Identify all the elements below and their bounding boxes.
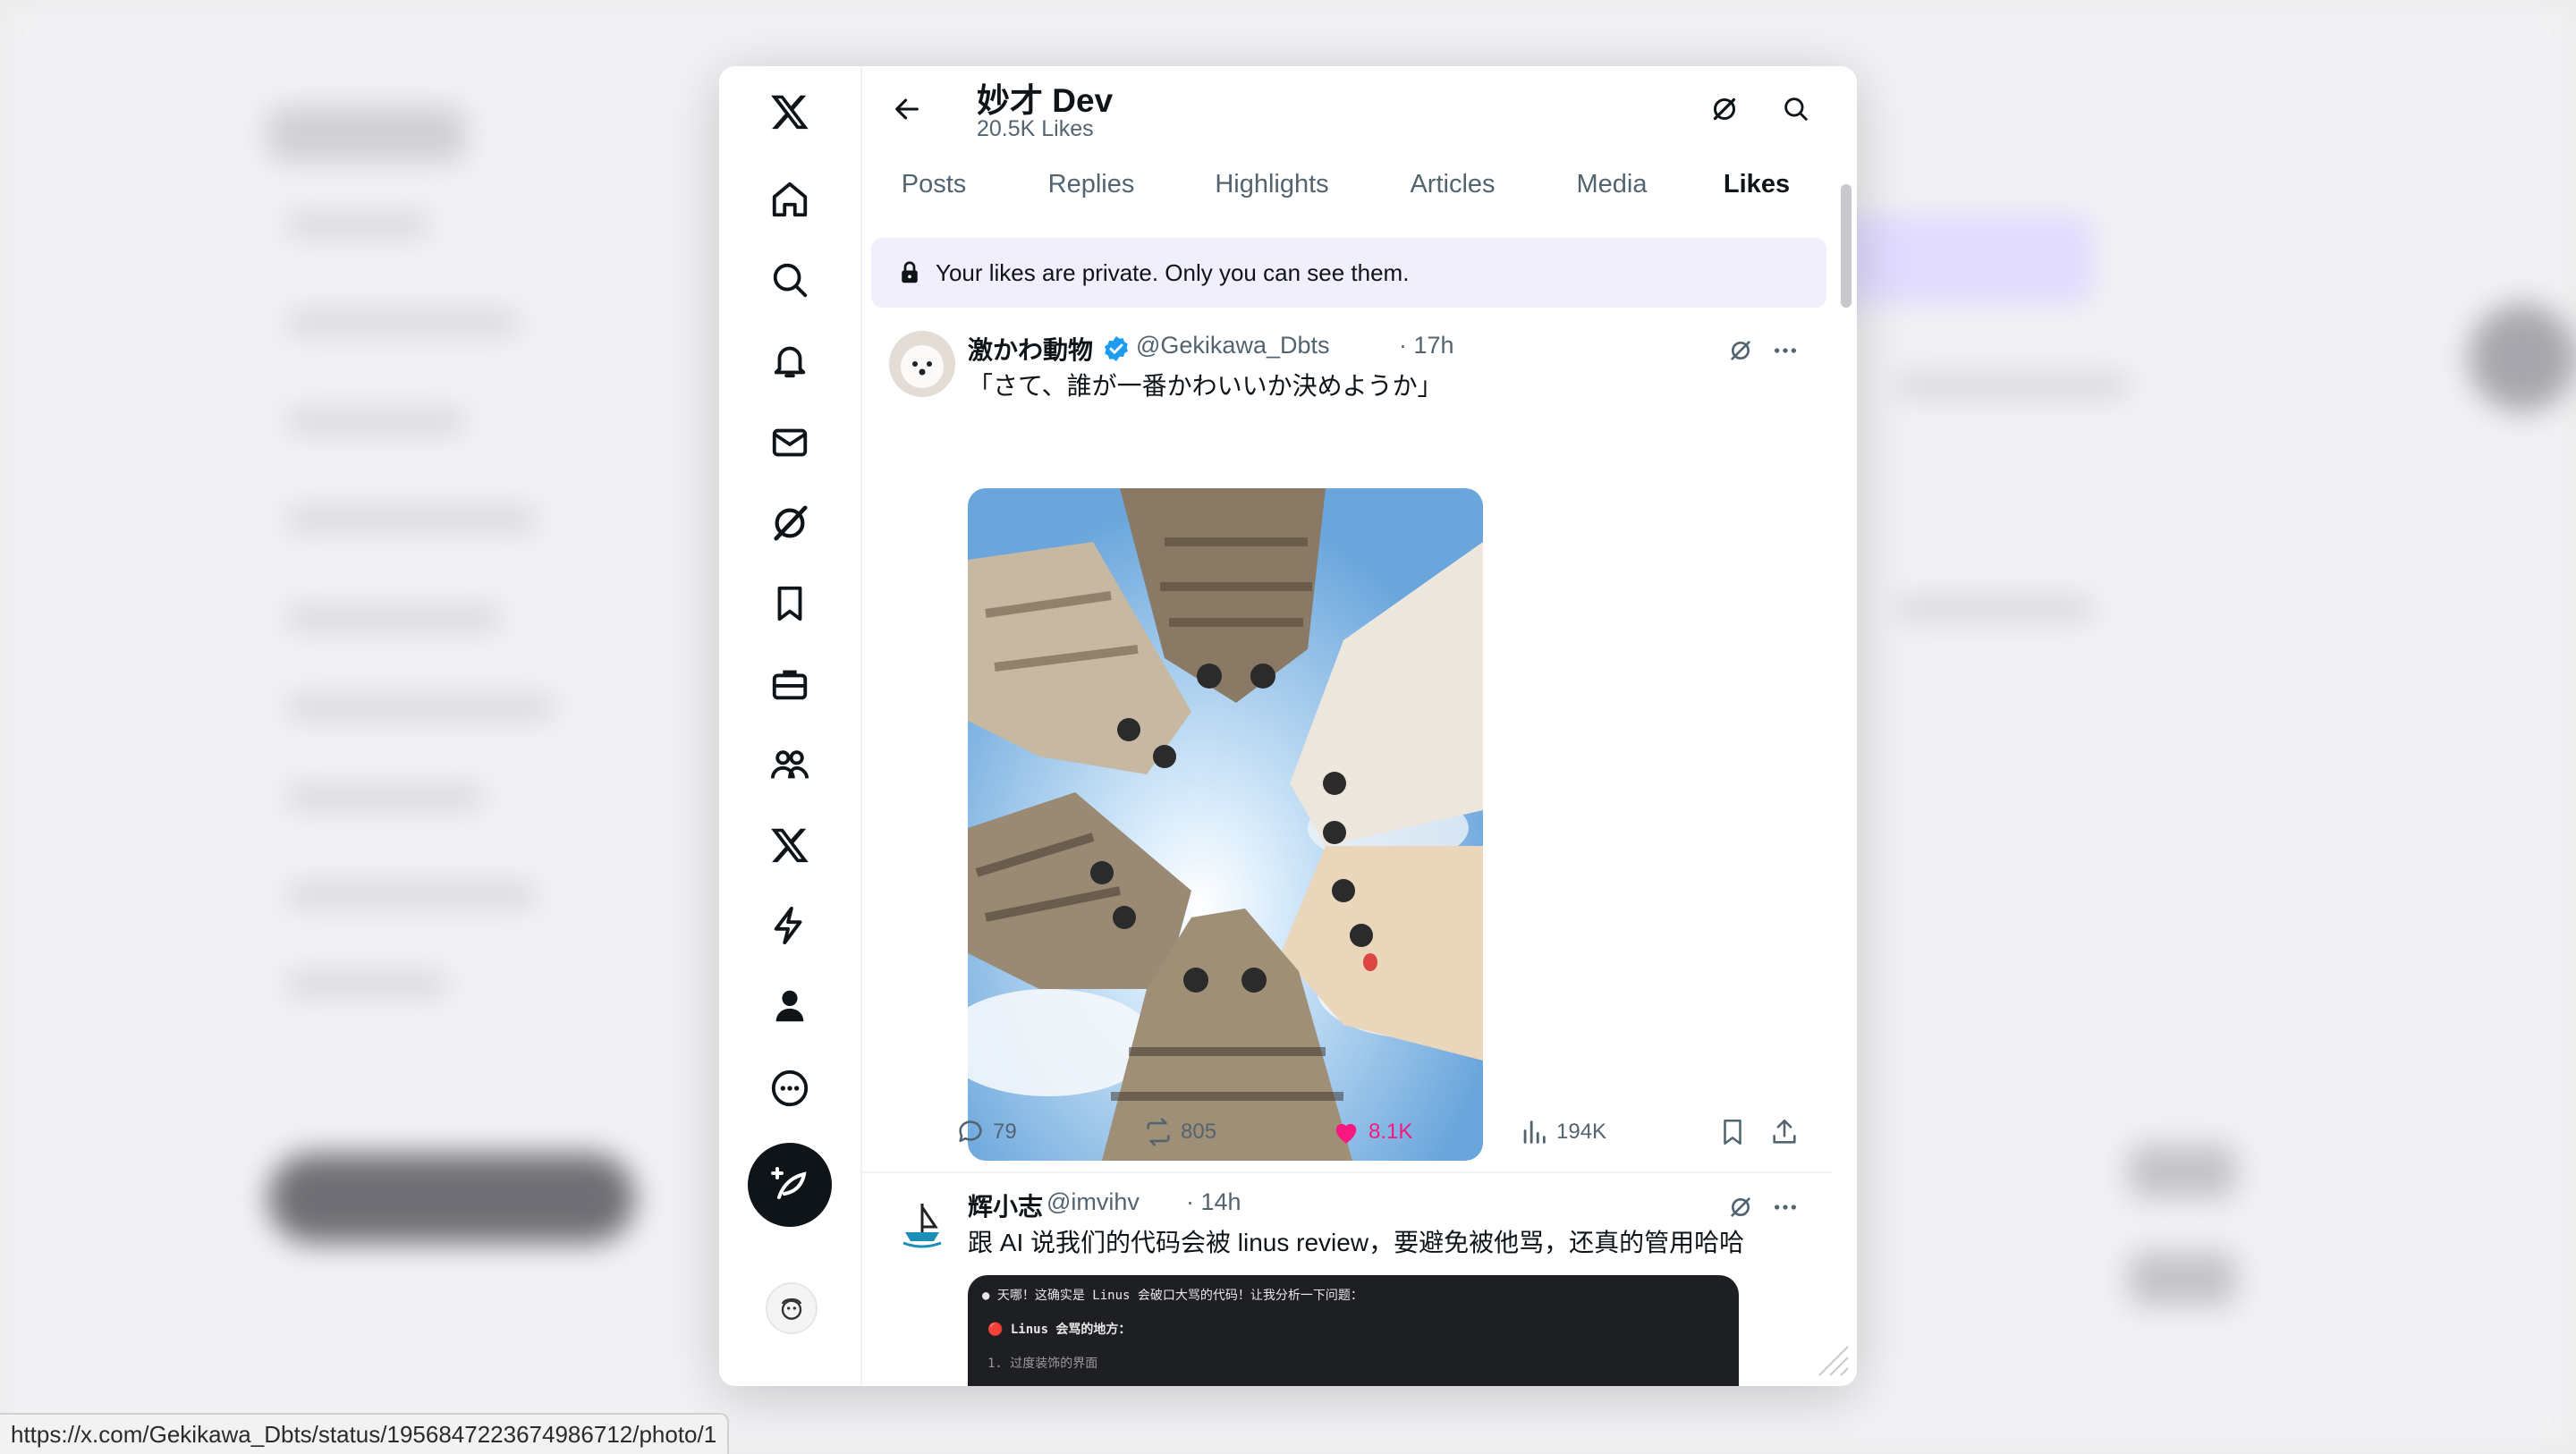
compose-post-button[interactable] (748, 1143, 832, 1227)
tweet-text: 跟 AI 说我们的代码会被 linus review，要避免被他骂，还真的管用哈… (968, 1229, 1745, 1256)
repost-button[interactable]: 805 (1143, 1114, 1216, 1150)
verified-orgs-lightning-icon[interactable] (764, 900, 816, 951)
scrollbar-thumb[interactable] (1841, 184, 1852, 308)
more-dots-icon (1775, 348, 1796, 353)
tweet-time[interactable]: · 17h (1399, 332, 1454, 359)
grok-icon[interactable] (764, 497, 816, 549)
compose-feather-icon (771, 1167, 807, 1199)
grok-explain-button[interactable] (1723, 333, 1758, 368)
like-button[interactable]: 8.1K (1331, 1114, 1412, 1150)
messages-mail-icon[interactable] (764, 417, 816, 469)
premium-x-icon[interactable] (764, 819, 816, 871)
popup-window: 妙才 Dev 20.5K Likes Posts Replies Highlig… (719, 66, 1857, 1386)
search-header-button[interactable] (1773, 86, 1819, 132)
bookmarks-icon[interactable] (764, 578, 816, 630)
x-logo-icon[interactable] (764, 86, 816, 138)
share-button[interactable] (1769, 1114, 1800, 1150)
tweet-author-avatar[interactable] (889, 331, 955, 397)
tweet-author-handle[interactable]: @imvihv (1046, 1188, 1140, 1216)
main-column: 妙才 Dev 20.5K Likes Posts Replies Highlig… (862, 66, 1832, 1386)
profile-header: 妙才 Dev 20.5K Likes (862, 66, 1832, 152)
resize-grip-icon[interactable] (1812, 1340, 1852, 1379)
code-line: 1. 过度装饰的界面 (987, 1357, 1098, 1371)
tweet-time[interactable]: · 14h (1186, 1188, 1241, 1216)
reply-button[interactable]: 79 (955, 1114, 1017, 1150)
grok-explain-button[interactable] (1723, 1189, 1758, 1225)
grok-icon (1731, 341, 1750, 360)
more-options-icon[interactable] (764, 1062, 816, 1114)
tweet-divider (862, 1171, 1832, 1173)
link-status-url: https://x.com/Gekikawa_Dbts/status/19568… (0, 1413, 730, 1454)
heart-filled-icon (1335, 1123, 1357, 1144)
tweet-more-button[interactable] (1767, 1189, 1803, 1225)
communities-icon[interactable] (764, 739, 816, 790)
jobs-briefcase-icon[interactable] (764, 658, 816, 710)
account-avatar[interactable] (766, 1282, 818, 1334)
tweet-photo-cats[interactable] (968, 488, 1483, 1161)
back-arrow-icon (895, 98, 919, 120)
verified-badge-icon (1104, 336, 1129, 361)
tweet-author-avatar[interactable] (889, 1188, 955, 1254)
grok-icon (1713, 97, 1736, 121)
views-count: 194K (1556, 1120, 1607, 1144)
tweet-more-button[interactable] (1767, 333, 1803, 368)
tweet-author-handle[interactable]: @Gekikawa_Dbts (1136, 332, 1330, 359)
tweet-text: 「さて、誰が一番かわいいか決めようか」 (968, 372, 1443, 400)
home-icon[interactable] (764, 173, 816, 225)
grok-header-button[interactable] (1701, 86, 1748, 132)
bookmark-button[interactable] (1717, 1114, 1748, 1150)
views-chart-icon (1523, 1120, 1546, 1144)
tweet-actions: 79 805 8.1K 194K (955, 1114, 1796, 1150)
likes-count: 20.5K Likes (977, 116, 1094, 141)
code-line: ● 天哪！这确实是 Linus 会破口大骂的代码！让我分析一下问题： (982, 1289, 1363, 1303)
tweet-author-name[interactable]: 辉小志 (968, 1188, 1043, 1223)
grok-icon (1731, 1197, 1750, 1217)
bookmark-icon (1724, 1119, 1741, 1145)
search-icon[interactable] (764, 254, 816, 306)
back-button[interactable] (884, 86, 930, 132)
left-nav (719, 66, 862, 1386)
profile-icon[interactable] (764, 980, 816, 1032)
profile-name: 妙才 Dev (977, 82, 1114, 119)
repost-count: 805 (1181, 1120, 1217, 1144)
views-button[interactable]: 194K (1519, 1114, 1606, 1150)
tweet-author-name[interactable]: 激かわ動物 (968, 331, 1093, 367)
notice-text: Your likes are private. Only you can see… (936, 258, 1410, 286)
share-upload-icon (1773, 1119, 1796, 1144)
more-dots-icon (1775, 1205, 1796, 1210)
code-line: 🔴 Linus 会骂的地方： (987, 1323, 1131, 1337)
tweet-photo-code-screenshot[interactable]: ● 天哪！这确实是 Linus 会破口大骂的代码！让我分析一下问题： 🔴 Lin… (968, 1275, 1739, 1386)
reply-icon (959, 1120, 982, 1143)
notifications-bell-icon[interactable] (764, 334, 816, 386)
repost-icon (1147, 1118, 1170, 1146)
lock-icon (902, 261, 918, 283)
search-icon (1784, 97, 1808, 121)
likes-private-notice: Your likes are private. Only you can see… (871, 238, 1826, 308)
like-count: 8.1K (1368, 1120, 1413, 1144)
reply-count: 79 (993, 1120, 1017, 1144)
